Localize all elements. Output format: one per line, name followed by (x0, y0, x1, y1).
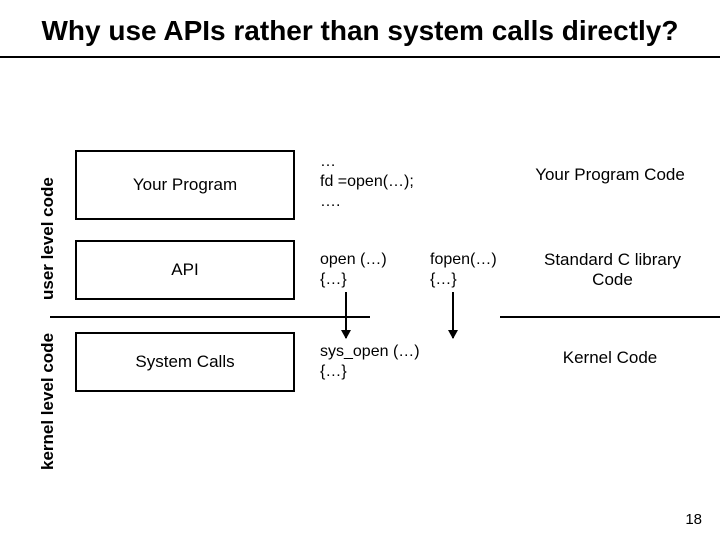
program-snippet: … fd =open(…); …. (320, 152, 414, 212)
user-kernel-divider-right (500, 316, 720, 318)
api-right-label: Standard C library Code (515, 250, 710, 290)
api-open-snippet: open (…) {…} (320, 250, 387, 290)
sysopen-snippet: sys_open (…) {…} (320, 342, 420, 382)
syscalls-right-label: Kernel Code (515, 348, 705, 368)
api-box: API (75, 240, 295, 300)
page-number: 18 (685, 511, 702, 528)
program-right-label: Your Program Code (515, 165, 705, 185)
user-kernel-divider-left (50, 316, 370, 318)
syscalls-box-label: System Calls (135, 352, 234, 372)
diagram-area: user level code kernel level code Your P… (0, 130, 720, 490)
program-box: Your Program (75, 150, 295, 220)
slide-title: Why use APIs rather than system calls di… (0, 0, 720, 56)
arrow-open-to-sysopen (345, 292, 347, 338)
arrow-fopen-to-sysopen (452, 292, 454, 338)
api-box-label: API (171, 260, 198, 280)
api-fopen-snippet: fopen(…) {…} (430, 250, 497, 290)
program-box-label: Your Program (133, 175, 237, 195)
kernel-level-label: kernel level code (38, 333, 58, 470)
user-level-label: user level code (38, 177, 58, 300)
title-divider (0, 56, 720, 58)
syscalls-box: System Calls (75, 332, 295, 392)
